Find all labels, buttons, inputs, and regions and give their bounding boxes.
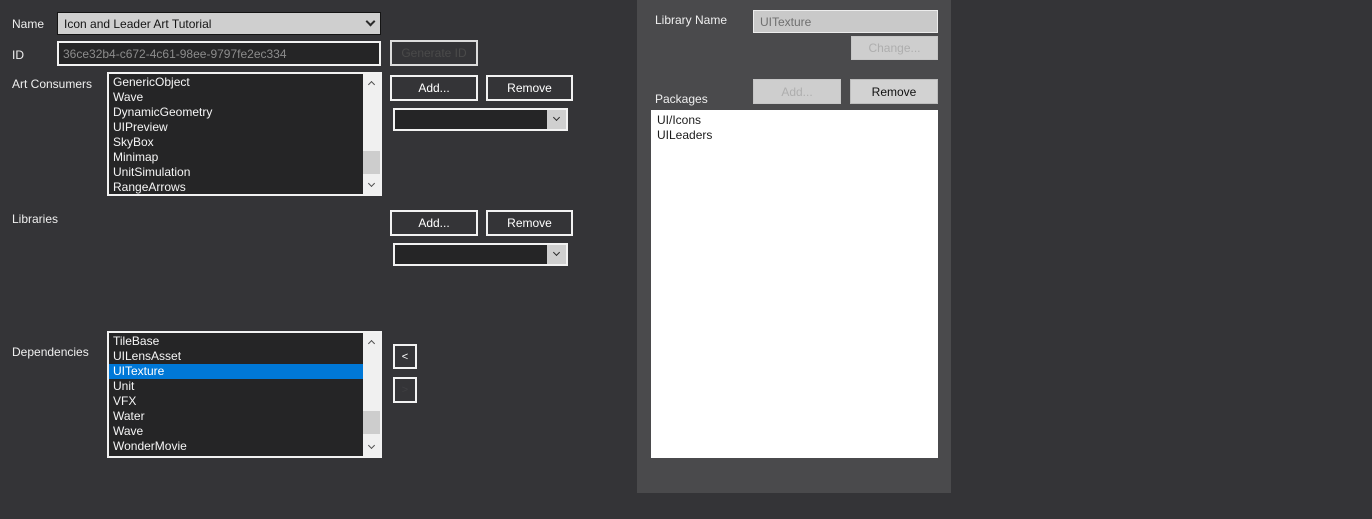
packages-listbox[interactable]: UI/Icons UILeaders	[651, 110, 938, 458]
name-combobox[interactable]: Icon and Leader Art Tutorial	[57, 12, 381, 35]
list-item[interactable]: UILeaders	[651, 128, 938, 143]
scrollbar-track[interactable]	[363, 350, 380, 439]
chevron-down-icon	[365, 16, 376, 27]
list-item[interactable]: WonderMovie	[109, 439, 363, 454]
name-combobox-value: Icon and Leader Art Tutorial	[64, 16, 212, 31]
list-item[interactable]: DynamicGeometry	[109, 105, 363, 120]
libraries-add-button[interactable]: Add...	[390, 210, 478, 236]
generate-id-button[interactable]: Generate ID	[390, 40, 478, 66]
scrollbar-thumb[interactable]	[363, 410, 380, 434]
libraries-items: TileBase UILensAsset UITexture Unit VFX Water…	[109, 333, 363, 454]
library-panel: Library Name Change... Packages Add... R…	[637, 0, 951, 493]
library-name-input[interactable]	[753, 10, 938, 33]
vertical-scrollbar[interactable]	[363, 74, 380, 194]
art-consumers-label: Art Consumers	[12, 77, 93, 91]
name-label: Name	[12, 17, 45, 31]
scroll-down-icon[interactable]	[363, 177, 380, 194]
art-consumers-items: GenericObject Wave DynamicGeometry UIPrevie…	[109, 74, 363, 194]
scrollbar-thumb[interactable]	[363, 151, 380, 174]
libraries-combobox-value	[395, 245, 547, 264]
list-item[interactable]: GenericObject	[109, 75, 363, 90]
art-consumers-add-button[interactable]: Add...	[390, 75, 478, 101]
move-dependency-right-button[interactable]: >	[393, 377, 417, 403]
combobox-dropdown-button[interactable]	[547, 245, 566, 264]
list-item[interactable]: UITexture	[109, 364, 363, 379]
chevron-down-icon	[552, 113, 561, 122]
packages-items: UI/Icons UILeaders	[651, 110, 938, 143]
list-item[interactable]: Minimap	[109, 150, 363, 165]
libraries-remove-button[interactable]: Remove	[486, 210, 573, 236]
chevron-down-icon	[552, 248, 561, 257]
scrollbar-track[interactable]	[363, 91, 380, 177]
art-consumers-listbox[interactable]: GenericObject Wave DynamicGeometry UIPrevie…	[107, 72, 382, 196]
scroll-down-icon[interactable]	[363, 439, 380, 456]
package-remove-button[interactable]: Remove	[850, 79, 938, 104]
scroll-up-icon[interactable]	[363, 333, 380, 350]
combobox-dropdown-button[interactable]	[547, 110, 566, 129]
list-item[interactable]: UIPreview	[109, 120, 363, 135]
packages-label: Packages	[655, 92, 708, 106]
art-consumers-combobox-value	[395, 110, 547, 129]
list-item[interactable]: UnitSimulation	[109, 165, 363, 180]
list-item[interactable]: Wave	[109, 90, 363, 105]
list-item[interactable]: UILensAsset	[109, 349, 363, 364]
list-item[interactable]: VFX	[109, 394, 363, 409]
libraries-label: Libraries	[12, 212, 59, 226]
libraries-listbox[interactable]: TileBase UILensAsset UITexture Unit VFX Water…	[107, 331, 382, 458]
libraries-combobox[interactable]	[393, 243, 568, 266]
id-label: ID	[12, 48, 24, 62]
list-item[interactable]: RangeArrows	[109, 180, 363, 194]
art-consumers-combobox[interactable]	[393, 108, 568, 131]
list-item[interactable]: TileBase	[109, 334, 363, 349]
dependencies-label: Dependencies	[12, 345, 89, 359]
list-item[interactable]: SkyBox	[109, 135, 363, 150]
list-item[interactable]: Water	[109, 409, 363, 424]
list-item[interactable]: Unit	[109, 379, 363, 394]
id-input[interactable]	[57, 41, 381, 66]
move-dependency-left-button[interactable]: <	[393, 344, 417, 369]
change-library-button[interactable]: Change...	[851, 36, 938, 60]
list-item[interactable]: Wave	[109, 424, 363, 439]
list-item[interactable]: UI/Icons	[651, 113, 938, 128]
package-add-button[interactable]: Add...	[753, 79, 841, 104]
scroll-up-icon[interactable]	[363, 74, 380, 91]
vertical-scrollbar[interactable]	[363, 333, 380, 456]
asset-editor-window: Name Icon and Leader Art Tutorial ID Gen…	[0, 0, 1372, 519]
library-name-label: Library Name	[655, 13, 728, 27]
art-consumers-remove-button[interactable]: Remove	[486, 75, 573, 101]
